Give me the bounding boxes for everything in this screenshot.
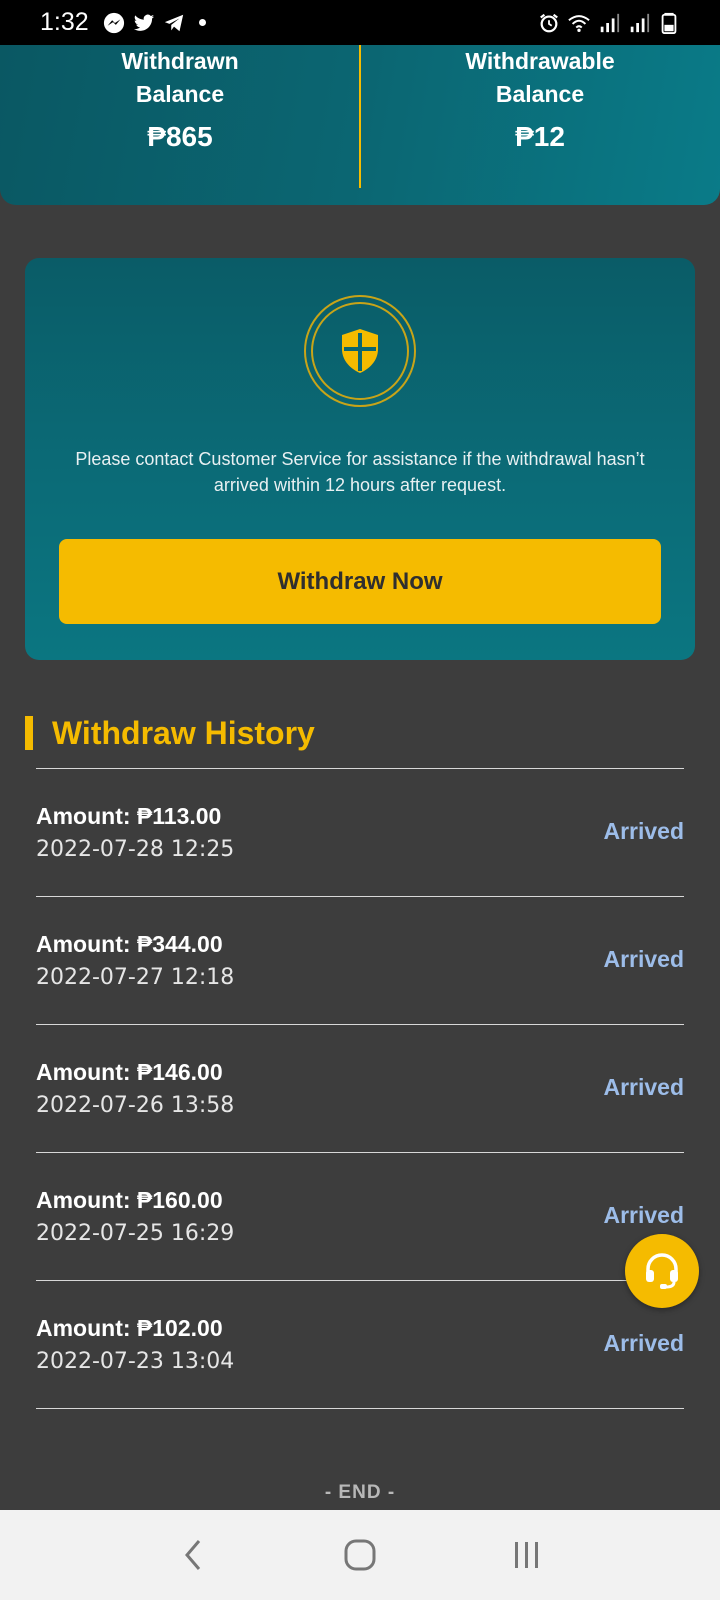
- history-date: 2022-07-28 12:25: [36, 837, 235, 862]
- history-item[interactable]: Amount: ₱344.00 2022-07-27 12:18 Arrived: [36, 897, 684, 1025]
- withdrawn-balance-label: Withdrawn Balance: [121, 48, 239, 107]
- status-bar: 1:32: [0, 0, 720, 45]
- battery-icon: [661, 12, 677, 34]
- withdraw-info-message: Please contact Customer Service for assi…: [75, 449, 645, 495]
- history-status: Arrived: [603, 946, 684, 972]
- nav-recents-button[interactable]: [497, 1525, 557, 1585]
- status-right: [538, 12, 680, 34]
- history-date: 2022-07-23 13:04: [36, 1349, 235, 1374]
- withdraw-history-header: Withdraw History: [25, 714, 315, 752]
- withdrawn-balance: Withdrawn Balance ₱865: [0, 45, 360, 205]
- history-status: Arrived: [603, 1330, 684, 1356]
- withdraw-info-card: Please contact Customer Service for assi…: [25, 258, 695, 660]
- withdrawable-balance: Withdrawable Balance ₱12: [360, 45, 720, 205]
- balance-divider: [359, 45, 361, 188]
- signal-icon: [600, 13, 620, 32]
- shield-badge: [304, 295, 416, 407]
- history-status: Arrived: [603, 818, 684, 844]
- history-item[interactable]: Amount: ₱160.00 2022-07-25 16:29 Arrived: [36, 1153, 684, 1281]
- history-accent-bar: [25, 716, 33, 750]
- telegram-icon: [164, 14, 183, 31]
- history-status: Arrived: [603, 1202, 684, 1228]
- alarm-icon: [540, 13, 558, 32]
- signal-icon-2: [630, 13, 650, 32]
- history-item[interactable]: Amount: ₱113.00 2022-07-28 12:25 Arrived: [36, 769, 684, 897]
- history-item[interactable]: Amount: ₱146.00 2022-07-26 13:58 Arrived: [36, 1025, 684, 1153]
- balance-card: Withdrawn Balance ₱865 Withdrawable Bala…: [0, 45, 720, 205]
- recents-icon: [514, 1542, 538, 1568]
- system-nav-bar: [0, 1510, 720, 1600]
- dot-icon: [198, 19, 206, 26]
- history-amount: Amount: ₱344.00: [36, 931, 223, 957]
- nav-home-button[interactable]: [330, 1525, 390, 1585]
- history-date: 2022-07-27 12:18: [36, 965, 235, 990]
- withdrawable-balance-label: Withdrawable Balance: [465, 48, 615, 107]
- customer-service-button[interactable]: [625, 1234, 699, 1308]
- withdrawn-balance-value: ₱865: [147, 121, 213, 152]
- history-status: Arrived: [603, 1074, 684, 1100]
- list-end-marker: - END -: [324, 1482, 396, 1503]
- history-amount: Amount: ₱160.00: [36, 1187, 223, 1213]
- withdraw-now-button[interactable]: Withdraw Now: [59, 539, 661, 624]
- messenger-icon: [103, 12, 124, 33]
- status-time: 1:32: [40, 8, 89, 36]
- withdrawable-balance-value: ₱12: [515, 121, 565, 152]
- withdraw-history-title: Withdraw History: [52, 714, 315, 751]
- status-left: 1:32: [40, 8, 206, 37]
- withdraw-history-list: Amount: ₱113.00 2022-07-28 12:25 Arrived…: [36, 768, 684, 1409]
- back-icon: [185, 1540, 201, 1570]
- wifi-icon: [568, 14, 590, 32]
- headset-icon: [646, 1253, 678, 1289]
- twitter-icon: [133, 14, 154, 31]
- history-amount: Amount: ₱102.00: [36, 1315, 223, 1341]
- history-item[interactable]: Amount: ₱102.00 2022-07-23 13:04 Arrived: [36, 1281, 684, 1409]
- history-amount: Amount: ₱113.00: [36, 803, 222, 829]
- home-icon: [344, 1539, 376, 1571]
- history-date: 2022-07-25 16:29: [36, 1221, 235, 1246]
- history-date: 2022-07-26 13:58: [36, 1093, 235, 1118]
- shield-icon: [342, 329, 378, 373]
- nav-back-button[interactable]: [163, 1525, 223, 1585]
- history-amount: Amount: ₱146.00: [36, 1059, 223, 1085]
